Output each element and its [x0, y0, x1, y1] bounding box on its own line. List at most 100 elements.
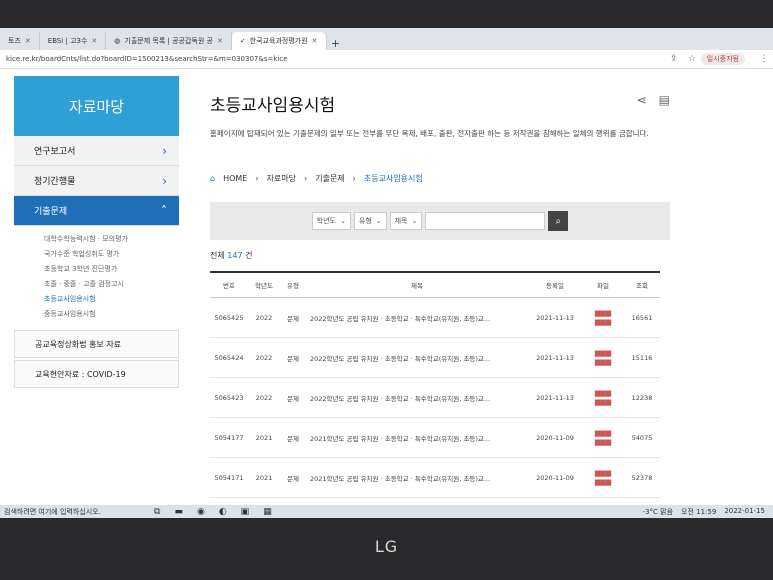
column-header: 제목 [306, 271, 528, 298]
submenu: 대학수학능력시험 · 모의평가 국가수준 학업성취도 평가 초등학교 3학년 진… [14, 226, 179, 328]
chrome-icon[interactable]: ◉ [197, 507, 205, 517]
sidebar-item-periodicals[interactable]: 정기간행물 › [14, 166, 179, 196]
main-content: 초등교사임용시험 ⋖ ▤ 홈페이지에 탑재되어 있는 기출문제의 일부 또는 전… [210, 91, 670, 498]
submenu-item[interactable]: 초등학교 3학년 진단평가 [44, 262, 179, 277]
close-icon[interactable]: ✕ [217, 37, 223, 45]
sidebar-item-label: 연구보고서 [34, 147, 76, 157]
office-icon[interactable]: ▣ [241, 507, 250, 517]
chevron-up-icon: ˄ [161, 203, 167, 218]
cell-no: 5065425 [210, 297, 248, 338]
new-tab-button[interactable]: + [327, 37, 345, 50]
submenu-item[interactable]: 초졸 · 중졸 · 고졸 검정고시 [44, 277, 179, 292]
file-icon[interactable]: ▆▆▆ ▆▆▆ [588, 469, 618, 487]
search-button[interactable]: ⌕ [548, 211, 569, 231]
close-icon[interactable]: ✕ [91, 37, 97, 45]
breadcrumb-item[interactable]: 기출문제 [315, 173, 344, 184]
time-display[interactable]: 오전 11:59 [681, 507, 716, 517]
taskbar-apps: ⧉ ▬ ◉ ◐ ▣ ▦ [154, 507, 272, 517]
submenu-item-current[interactable]: 초등교사임용시험 [44, 292, 179, 307]
submenu-item[interactable]: 중등교사임용시험 [44, 307, 179, 322]
select-label: 유형 [358, 217, 372, 225]
system-tray: -3°C 맑음 오전 11:59 2022-01-15 [643, 507, 773, 517]
chevron-right-icon: › [162, 143, 167, 158]
cell-title-link[interactable]: 2021학년도 공립 유치원 · 초등학교 · 특수학교(유치원, 초등)교..… [306, 457, 528, 498]
cell-title-link[interactable]: 2021학년도 공립 유치원 · 초등학교 · 특수학교(유치원, 초등)교..… [306, 417, 528, 458]
url-field[interactable]: kice.re.kr/boardCnts/list.do?boardID=150… [0, 55, 665, 63]
monitor-screen: 토즈 ✕ EBSi | 고3수 ✕ ◍ 기출문제 목록 | 공공갑독원 공 ✕ ✓ 한국교… [0, 28, 773, 518]
chevron-right-icon: › [162, 173, 167, 188]
file-icon[interactable]: ▆▆▆ ▆▆▆ [588, 429, 618, 447]
star-icon[interactable]: ☆ [683, 54, 701, 64]
cell-title-link[interactable]: 2022학년도 공립 유치원 · 초등학교 · 특수학교(유치원, 초등)교..… [306, 377, 528, 418]
menu-icon[interactable]: ⋮ [755, 54, 773, 64]
sidebar-item-past-exams[interactable]: 기출문제 ˄ [14, 196, 179, 226]
weather-widget[interactable]: -3°C 맑음 [643, 507, 673, 517]
table-row[interactable]: 5065425 2022 문제 2022학년도 공립 유치원 · 초등학교 · … [210, 297, 660, 338]
total-count: 전체 147 건 [210, 250, 670, 261]
breadcrumb-item[interactable]: 자료마당 [267, 173, 296, 184]
column-header: 등록일 [528, 271, 582, 298]
cell-views: 52378 [624, 457, 660, 498]
tab-1[interactable]: 토즈 ✕ [0, 32, 40, 50]
date-display[interactable]: 2022-01-15 [724, 507, 765, 517]
cell-title-link[interactable]: 2022학년도 공립 유치원 · 초등학교 · 특수학교(유치원, 초등)교..… [306, 297, 528, 338]
search-input[interactable] [425, 212, 546, 230]
cell-title-link[interactable]: 2022학년도 공립 유치원 · 초등학교 · 특수학교(유치원, 초등)교..… [306, 337, 528, 378]
file-icon[interactable]: ▆▆▆ ▆▆▆ [588, 389, 618, 407]
tab-3[interactable]: ◍ 기출문제 목록 | 공공갑독원 공 ✕ [106, 32, 232, 50]
close-icon[interactable]: ✕ [312, 37, 318, 45]
sidebar-item-reports[interactable]: 연구보고서 › [14, 136, 179, 166]
taskbar-search-input[interactable]: 검색하려면 여기에 입력하십시오. [0, 507, 144, 517]
share-icon[interactable]: ⇪ [665, 54, 683, 64]
share-icon[interactable]: ⋖ [637, 93, 647, 107]
total-suffix: 건 [245, 251, 253, 260]
store-icon[interactable]: ▦ [263, 507, 272, 517]
close-icon[interactable]: ✕ [25, 37, 31, 45]
breadcrumb-item[interactable]: HOME [223, 174, 247, 183]
tab-label: 기출문제 목록 | 공공갑독원 공 [124, 37, 213, 45]
cell-views: 54075 [624, 417, 660, 458]
profile-button[interactable]: 일시중지됨 [700, 53, 745, 65]
file-icon[interactable]: ▆▆▆ ▆▆▆ [588, 309, 618, 327]
sidebar-item-label: 기출문제 [34, 207, 68, 217]
cell-date: 2020-11-09 [528, 417, 582, 458]
search-icon: ⌕ [555, 215, 562, 227]
sidebar-box-link[interactable]: 교육현안자료 : COVID-19 [14, 360, 179, 388]
tab-label: 한국교육과정평가원 [249, 37, 308, 45]
table-row[interactable]: 5054171 2021 문제 2021학년도 공립 유치원 · 초등학교 · … [210, 457, 660, 498]
chevron-down-icon: ⌄ [339, 217, 346, 225]
year-select[interactable]: 학년도 ⌄ [311, 212, 351, 230]
breadcrumb: ⌂ HOME › 자료마당 › 기출문제 › 초등교사임용시험 [210, 173, 670, 184]
print-icon[interactable]: ▤ [659, 93, 670, 107]
cell-views: 15116 [624, 337, 660, 378]
table-row[interactable]: 5065424 2022 문제 2022학년도 공립 유치원 · 초등학교 · … [210, 337, 660, 378]
table-row[interactable]: 5054177 2021 문제 2021학년도 공립 유치원 · 초등학교 · … [210, 417, 660, 458]
field-select[interactable]: 제목 ⌄ [389, 212, 423, 230]
table-row[interactable]: 5065423 2022 문제 2022학년도 공립 유치원 · 초등학교 · … [210, 377, 660, 418]
submenu-item[interactable]: 대학수학능력시험 · 모의평가 [44, 232, 179, 247]
task-view-icon[interactable]: ⧉ [154, 507, 160, 517]
type-select[interactable]: 유형 ⌄ [353, 212, 387, 230]
lg-logo: LG [374, 537, 399, 556]
tab-4[interactable]: ✓ 한국교육과정평가원 ✕ [231, 32, 327, 50]
cell-files: ▆▆▆ ▆▆▆ [582, 337, 624, 378]
cell-type: 문제 [280, 337, 306, 378]
column-header: 조회 [624, 271, 660, 298]
file-explorer-icon[interactable]: ▬ [174, 507, 183, 517]
tab-2[interactable]: EBSi | 고3수 ✕ [40, 32, 107, 50]
cell-type: 문제 [280, 297, 306, 338]
chevron-down-icon: ⌄ [375, 217, 382, 225]
sidebar-box-link[interactable]: 공교육정상화법 홍보 자료 [14, 330, 179, 358]
globe-icon: ◍ [114, 37, 121, 45]
cell-year: 2021 [248, 457, 280, 498]
file-icon[interactable]: ▆▆▆ ▆▆▆ [588, 349, 618, 367]
cell-year: 2022 [248, 297, 280, 338]
sidebar-item-label: 정기간행물 [34, 177, 76, 187]
cell-no: 5065424 [210, 337, 248, 378]
edge-icon[interactable]: ◐ [219, 507, 227, 517]
breadcrumb-current: 초등교사임용시험 [363, 174, 423, 183]
search-bar: 학년도 ⌄ 유형 ⌄ 제목 ⌄ ⌕ [210, 202, 670, 240]
submenu-item[interactable]: 국가수준 학업성취도 평가 [44, 247, 179, 262]
select-label: 제목 [394, 217, 408, 225]
column-header: 파일 [582, 271, 624, 298]
